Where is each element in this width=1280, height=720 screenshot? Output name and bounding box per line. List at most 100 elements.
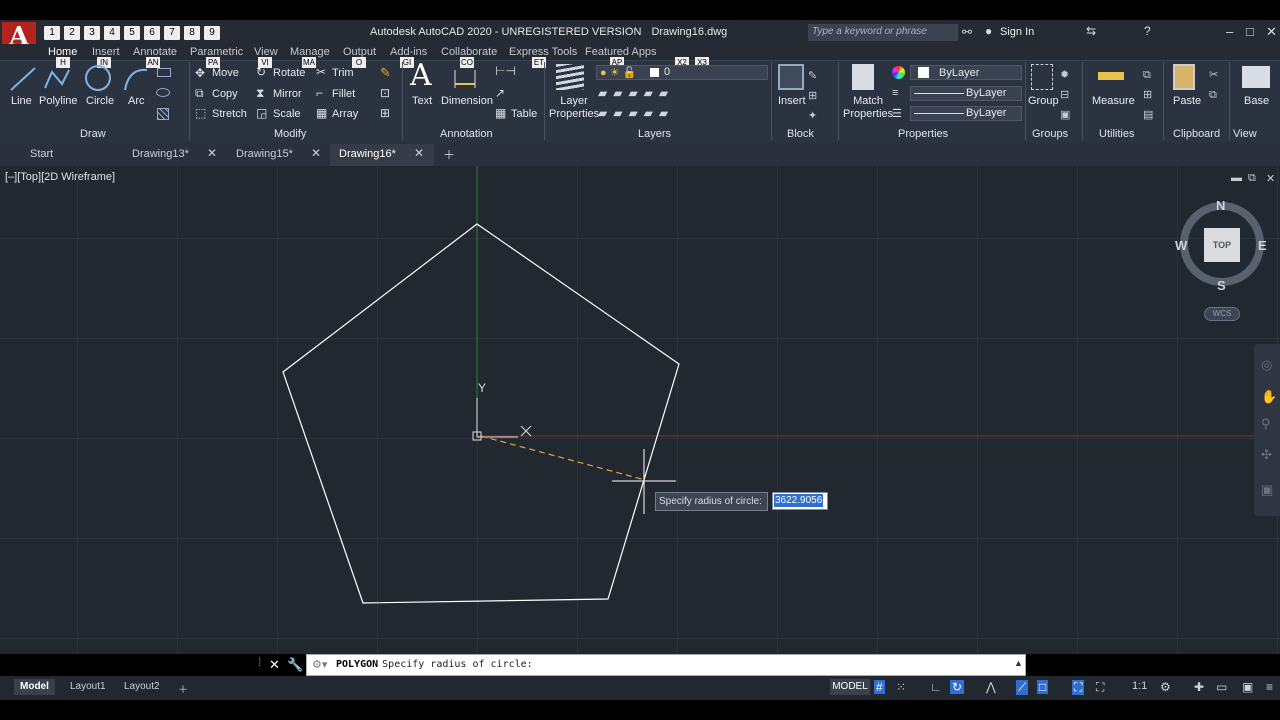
compass-south[interactable]: S (1217, 278, 1226, 293)
annotation-panel-title[interactable]: Annotation (440, 128, 493, 140)
erase-icon[interactable]: ✎ (380, 65, 391, 81)
color-wheel-icon[interactable] (892, 66, 905, 79)
groups-panel-title[interactable]: Groups (1032, 128, 1068, 140)
qat-key-7[interactable]: 7 (164, 26, 180, 40)
insert-block-button[interactable]: Insert (778, 95, 806, 107)
table-icon[interactable]: ▦ (495, 106, 506, 120)
polyline-button[interactable]: Polyline (39, 95, 78, 107)
explode-icon[interactable]: ⊞ (380, 106, 390, 120)
qat-key-4[interactable]: 4 (104, 26, 120, 40)
auto-scale-icon[interactable]: ⛶ (1096, 680, 1104, 695)
line-icon[interactable] (8, 64, 38, 94)
tab-layout2[interactable]: Layout2 (118, 679, 166, 695)
measure-icon[interactable] (1098, 72, 1124, 80)
model-space-button[interactable]: MODEL (830, 679, 870, 695)
qat-key-6[interactable]: 6 (144, 26, 160, 40)
viewcube-top-face[interactable]: TOP (1204, 228, 1240, 262)
move-icon[interactable]: ✥ (195, 66, 205, 80)
plus-icon[interactable]: ✚ (1194, 680, 1204, 694)
maximize-button[interactable]: □ (1246, 24, 1254, 39)
scale-button[interactable]: Scale (273, 108, 301, 120)
layer-properties-icon[interactable] (556, 64, 584, 90)
paste-button[interactable]: Paste (1173, 95, 1201, 107)
dimension-icon[interactable] (452, 64, 478, 90)
snap-icon[interactable]: ⁙ (896, 680, 906, 694)
command-line-customize-icon[interactable]: 🔧 (287, 657, 303, 673)
close-window-button[interactable]: ✕ (1266, 24, 1277, 40)
ortho-icon[interactable]: ∟ (930, 680, 942, 694)
match-properties-icon[interactable] (852, 64, 874, 90)
doc-tab-start[interactable]: Start (30, 146, 53, 164)
tab-model[interactable]: Model (14, 679, 55, 695)
hatch-icon[interactable] (157, 108, 169, 120)
linetype-icon[interactable]: ≡ (892, 87, 898, 99)
clipboard-panel-title[interactable]: Clipboard (1173, 128, 1220, 140)
offset-icon[interactable]: ⊡ (380, 86, 390, 100)
compass-north[interactable]: N (1216, 198, 1225, 213)
utility-tools-icons[interactable]: ⧉ ⊞ ▤ (1143, 65, 1153, 125)
layer-tools-row-1[interactable]: ▰▰▰▰▰ (598, 86, 674, 100)
user-icon[interactable]: ● (985, 24, 992, 38)
circle-button[interactable]: Circle (86, 95, 114, 107)
object-snap-tracking-icon[interactable]: ⟋ (1016, 680, 1029, 695)
scale-icon[interactable]: ◲ (256, 106, 267, 120)
wcs-menu[interactable]: WCS (1204, 307, 1240, 321)
draw-panel-title[interactable]: Draw (80, 128, 106, 140)
block-panel-title[interactable]: Block (787, 128, 814, 140)
grid-icon[interactable]: # (874, 680, 885, 694)
text-icon[interactable]: A (410, 58, 432, 93)
qat-key-2[interactable]: 2 (64, 26, 80, 40)
layer-properties-button[interactable]: Layer Properties (549, 95, 599, 121)
text-button[interactable]: Text (412, 95, 432, 107)
rotate-icon[interactable]: ↻ (256, 65, 266, 79)
match-properties-button[interactable]: Match Properties (843, 95, 893, 121)
doc-tab-drawing16[interactable]: Drawing16* (339, 146, 396, 164)
close-icon[interactable]: ✕ (414, 146, 424, 160)
properties-panel-title[interactable]: Properties (898, 128, 948, 140)
search-input[interactable]: Type a keyword or phrase (808, 24, 958, 41)
showmotion-icon[interactable]: ▣ (1261, 482, 1273, 498)
circle-icon[interactable] (83, 63, 113, 93)
line-button[interactable]: Line (11, 95, 32, 107)
settings-icon[interactable]: ⚙ (1160, 680, 1171, 694)
stretch-button[interactable]: Stretch (212, 108, 247, 120)
dimension-button[interactable]: Dimension (441, 95, 493, 107)
array-icon[interactable]: ▦ (316, 106, 327, 120)
command-line-grip[interactable]: ⁞ (258, 655, 268, 675)
new-tab-icon[interactable]: ＋ (443, 146, 455, 163)
pan-icon[interactable]: ✋ (1261, 389, 1277, 405)
add-layout-icon[interactable]: ＋ (172, 679, 194, 696)
cart-icon[interactable]: ⇆ (1086, 24, 1096, 38)
rectangle-icon[interactable] (157, 68, 171, 77)
binoculars-icon[interactable]: ⚯ (962, 25, 972, 39)
hardware-accel-icon[interactable]: ▭ (1216, 680, 1227, 694)
array-button[interactable]: Array (332, 108, 358, 120)
qat-key-1[interactable]: 1 (44, 26, 60, 40)
annotation-visibility-icon[interactable]: ⛶ (1072, 680, 1085, 695)
command-line-close-icon[interactable]: ✕ (269, 657, 280, 673)
fillet-button[interactable]: Fillet (332, 88, 355, 100)
sign-in-button[interactable]: Sign In (1000, 26, 1034, 38)
mirror-icon[interactable]: ⧗ (256, 86, 264, 101)
rotate-button[interactable]: Rotate (273, 67, 305, 79)
qat-key-8[interactable]: 8 (184, 26, 200, 40)
utilities-panel-title[interactable]: Utilities (1099, 128, 1134, 140)
leader-icon[interactable]: ↗ (495, 86, 505, 100)
copy-icon[interactable]: ⧉ (195, 86, 204, 101)
paste-icon[interactable] (1173, 64, 1195, 90)
base-button[interactable]: Base (1244, 95, 1269, 107)
polar-icon[interactable]: ↻ (950, 680, 965, 694)
table-button[interactable]: Table (511, 108, 537, 120)
minimize-button[interactable]: – (1226, 24, 1233, 39)
measure-button[interactable]: Measure (1092, 95, 1135, 107)
layer-tools-row-2[interactable]: ▰▰▰▰▰ (598, 106, 674, 120)
orbit-icon[interactable]: ✣ (1261, 447, 1272, 463)
stretch-icon[interactable]: ⬚ (195, 106, 206, 120)
doc-tab-drawing15[interactable]: Drawing15* (236, 146, 293, 164)
help-icon[interactable]: ? (1144, 24, 1151, 38)
isodraft-icon[interactable]: ⋀ (986, 680, 996, 694)
compass-east[interactable]: E (1258, 238, 1267, 253)
linear-dim-icon[interactable]: ⊢⊣ (495, 64, 516, 78)
modify-panel-title[interactable]: Modify (274, 128, 306, 140)
arc-icon[interactable] (121, 64, 151, 94)
